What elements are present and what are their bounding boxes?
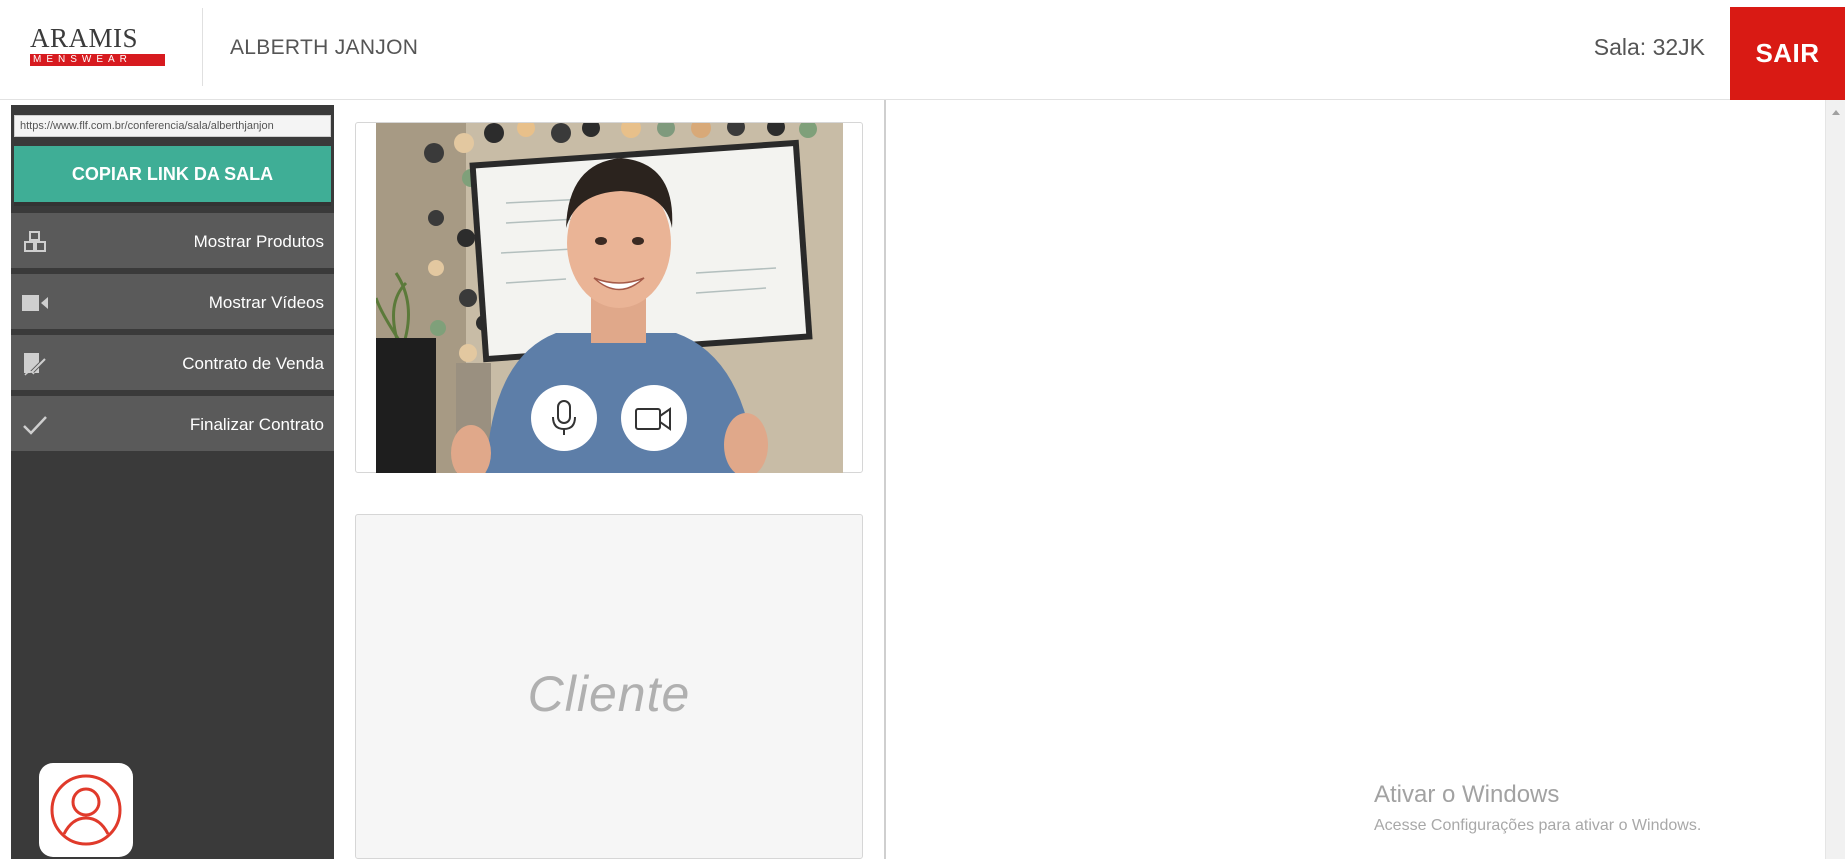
sidebar-item-label: Finalizar Contrato	[189, 415, 324, 434]
user-avatar-icon	[50, 774, 122, 846]
sidebar-item-show-products[interactable]: Mostrar Produtos	[11, 213, 334, 271]
content-divider	[884, 100, 886, 859]
sidebar-item-label: Mostrar Produtos	[193, 232, 324, 251]
profile-avatar-button[interactable]	[39, 763, 133, 857]
user-name: ALBERTH JANJON	[230, 36, 419, 59]
logo-subtitle: MENSWEAR	[30, 54, 165, 66]
microphone-icon	[552, 400, 576, 435]
sidebar-item-label: Contrato de Venda	[182, 354, 324, 373]
signature-document-icon	[21, 351, 49, 377]
seller-video-card	[355, 122, 863, 473]
top-bar: ARAMIS MENSWEAR ALBERTH JANJON Sala: 32J…	[0, 0, 1845, 100]
brand-logo: ARAMIS MENSWEAR	[30, 24, 172, 66]
sidebar-item-show-videos[interactable]: Mostrar Vídeos	[11, 274, 334, 332]
sidebar-item-label: Mostrar Vídeos	[208, 293, 324, 312]
logo-name: ARAMIS	[30, 23, 139, 53]
video-camera-icon	[635, 407, 671, 431]
scroll-up-icon[interactable]	[1832, 110, 1840, 115]
sidebar-item-sales-contract[interactable]: Contrato de Venda	[11, 335, 334, 393]
room-link-field[interactable]: https://www.flf.com.br/conferencia/sala/…	[14, 115, 331, 137]
camera-toggle-button[interactable]	[621, 385, 687, 451]
sidebar: https://www.flf.com.br/conferencia/sala/…	[11, 105, 334, 859]
header-divider	[202, 8, 203, 86]
room-code: Sala: 32JK	[1593, 34, 1705, 60]
client-placeholder-label: Cliente	[527, 666, 691, 722]
seller-video-stream	[376, 123, 843, 473]
client-video-card: Cliente	[355, 514, 863, 859]
video-camera-icon	[21, 290, 49, 316]
check-icon	[21, 412, 49, 438]
copy-room-link-button[interactable]: COPIAR LINK DA SALA	[14, 146, 331, 206]
sidebar-item-finalize-contract[interactable]: Finalizar Contrato	[11, 396, 334, 454]
vertical-scrollbar[interactable]	[1825, 100, 1845, 859]
microphone-toggle-button[interactable]	[531, 385, 597, 451]
boxes-icon	[21, 229, 49, 255]
activation-watermark-title: Ativar o Windows	[1374, 781, 1560, 808]
activation-watermark-subtitle: Acesse Configurações para ativar o Windo…	[1374, 817, 1702, 834]
exit-button[interactable]: SAIR	[1730, 7, 1845, 100]
